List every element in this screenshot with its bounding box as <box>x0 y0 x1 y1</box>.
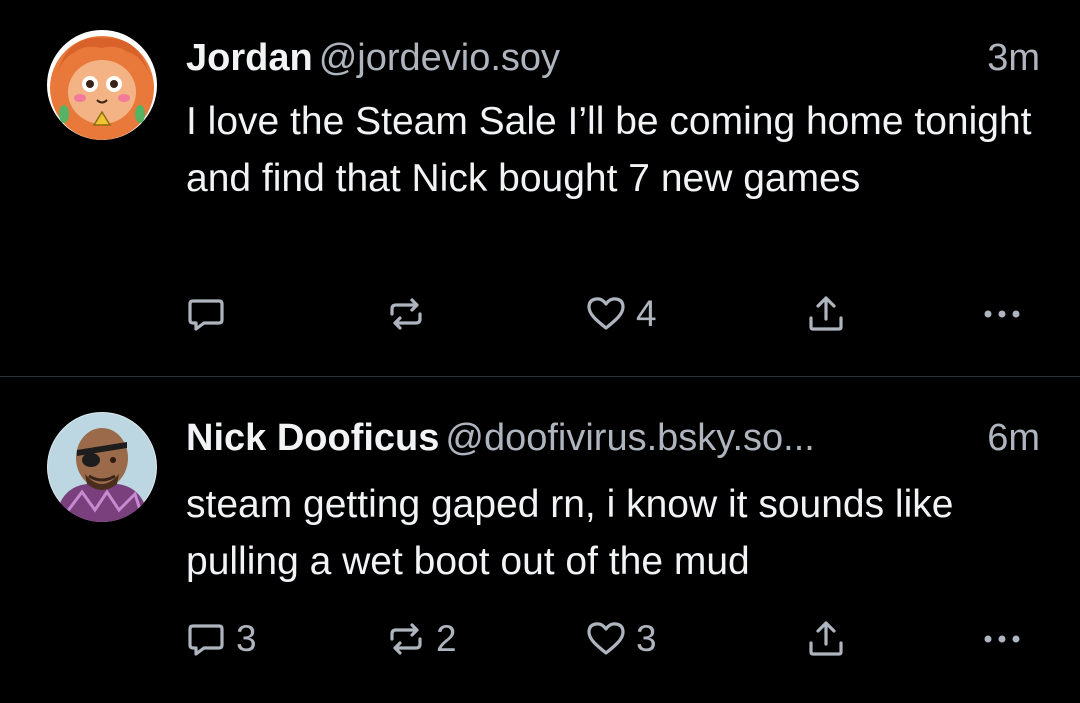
handle[interactable]: @doofivirus.bsky.so... <box>445 417 814 459</box>
avatar-image <box>47 30 157 140</box>
share-upload-icon <box>809 621 843 656</box>
post-nick[interactable]: Nick Dooficus @doofivirus.bsky.so... 6m s… <box>0 377 1080 703</box>
repost-arrows-icon <box>390 298 422 330</box>
display-name[interactable]: Jordan <box>186 37 313 79</box>
timestamp[interactable]: 3m <box>987 33 1040 83</box>
like-count: 4 <box>636 293 657 334</box>
reply-button[interactable] <box>184 292 236 336</box>
like-count: 3 <box>636 618 657 659</box>
ellipsis-icon <box>984 635 1020 643</box>
like-button[interactable]: 3 <box>584 617 657 661</box>
display-name[interactable]: Nick Dooficus <box>186 417 439 459</box>
heart-icon <box>587 622 625 655</box>
avatar-image <box>47 412 157 522</box>
speech-bubble-icon <box>188 624 224 656</box>
post-header: Jordan @jordevio.soy 3m <box>186 33 1040 83</box>
repost-arrows-icon <box>390 623 422 655</box>
post-actions: 3 2 3 <box>0 617 1080 661</box>
speech-bubble-icon <box>188 299 224 331</box>
post-text: I love the Steam Sale I’ll be coming hom… <box>186 100 1032 200</box>
post-text: steam getting gaped rn, i know it sounds… <box>186 483 954 583</box>
reply-button[interactable]: 3 <box>184 617 257 661</box>
repost-button[interactable] <box>384 292 436 336</box>
share-upload-icon <box>809 296 843 331</box>
more-options-button[interactable] <box>978 617 1028 661</box>
repost-count: 2 <box>436 618 457 659</box>
avatar[interactable] <box>47 412 157 522</box>
like-button[interactable]: 4 <box>584 292 657 336</box>
repost-button[interactable]: 2 <box>384 617 457 661</box>
heart-icon <box>587 297 625 330</box>
reply-count: 3 <box>236 618 257 659</box>
post-jordan[interactable]: Jordan @jordevio.soy 3m I love the Steam … <box>0 0 1080 376</box>
timestamp[interactable]: 6m <box>987 413 1040 463</box>
ellipsis-icon <box>984 310 1020 318</box>
post-header: Nick Dooficus @doofivirus.bsky.so... 6m <box>186 413 1040 463</box>
share-button[interactable] <box>804 292 848 336</box>
handle[interactable]: @jordevio.soy <box>319 37 560 79</box>
post-actions: 4 <box>0 292 1080 336</box>
avatar[interactable] <box>47 30 157 140</box>
share-button[interactable] <box>804 617 848 661</box>
more-options-button[interactable] <box>978 292 1028 336</box>
